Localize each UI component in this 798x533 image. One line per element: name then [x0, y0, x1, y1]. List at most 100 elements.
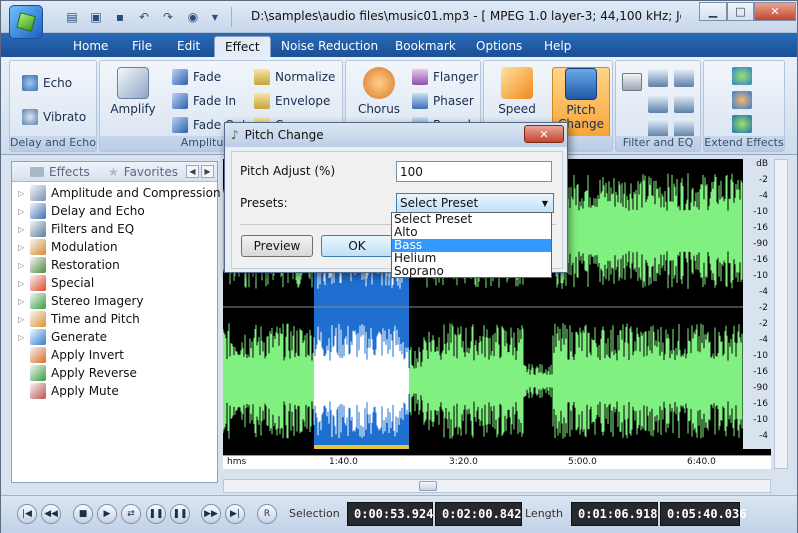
expand-icon[interactable]: ▷ — [18, 333, 26, 342]
amplify-button[interactable]: Amplify — [104, 67, 162, 131]
total-length-field[interactable]: 0:05:40.036 — [660, 502, 746, 526]
app-logo-icon[interactable] — [9, 5, 43, 39]
length-label: Length — [525, 507, 563, 520]
selection-start-field[interactable]: 0:00:53.924 — [347, 502, 433, 526]
new-icon[interactable]: ▤ — [63, 8, 81, 26]
scroll-thumb[interactable] — [419, 481, 437, 491]
extend-effect-2-icon[interactable] — [732, 91, 752, 109]
phaser-button[interactable]: Phaser — [412, 93, 474, 109]
expand-icon[interactable]: ▷ — [18, 207, 26, 216]
scroll-right-icon[interactable]: ▶ — [201, 165, 214, 178]
extend-effect-3-icon[interactable] — [732, 115, 752, 133]
tree-item[interactable]: ▷ Special — [18, 274, 94, 292]
group-title: Delay and Echo — [10, 136, 96, 151]
save-icon[interactable]: ▪ — [111, 8, 129, 26]
presets-dropdown[interactable]: Select Preset ▼ — [396, 193, 554, 213]
tree-item[interactable]: ▷ Stereo Imagery — [18, 292, 144, 310]
low-pass-icon[interactable] — [648, 119, 668, 137]
tree-item[interactable]: ▷ Delay and Echo — [18, 202, 145, 220]
length-field[interactable]: 0:01:06.918 — [571, 502, 658, 526]
db-label: -10 — [753, 351, 768, 361]
stop-button[interactable]: ■ — [73, 504, 93, 524]
dialog-close-button[interactable]: ✕ — [524, 125, 564, 143]
extend-effect-1-icon[interactable] — [732, 67, 752, 85]
flanger-button[interactable]: Flanger — [412, 69, 478, 85]
quick-access-dropdown-icon[interactable]: ▼ — [206, 8, 224, 26]
tree-item[interactable]: ▷ Filters and EQ — [18, 220, 134, 238]
tab-effects[interactable]: Effects — [30, 165, 90, 179]
db-label: -16 — [753, 399, 768, 409]
high-pass-icon[interactable] — [674, 119, 694, 137]
tree-item[interactable]: Apply Mute — [18, 382, 119, 400]
graphic-eq-icon[interactable] — [674, 69, 694, 87]
tree-item[interactable]: ▷ Amplitude and Compression — [18, 184, 221, 202]
tab-noise-reduction[interactable]: Noise Reduction — [271, 36, 388, 57]
eq-icon[interactable] — [648, 69, 668, 87]
fast-forward-button[interactable]: ▶▶ — [201, 504, 221, 524]
pause-button[interactable]: ❚❚ — [146, 504, 166, 524]
tree-item-label: Generate — [51, 330, 108, 344]
tree-item[interactable]: Apply Invert — [18, 346, 124, 364]
tree-item[interactable]: ▷ Time and Pitch — [18, 310, 140, 328]
tab-favorites[interactable]: ★ Favorites — [108, 165, 178, 179]
timeline-mark: 3:20.0 — [449, 457, 478, 467]
tree-item[interactable]: ▷ Restoration — [18, 256, 120, 274]
preview-button[interactable]: Preview — [241, 235, 313, 257]
scroll-left-icon[interactable]: ◀ — [186, 165, 199, 178]
echo-button[interactable]: Echo — [22, 75, 72, 91]
fade-in-button[interactable]: Fade In — [172, 93, 236, 109]
tree-item[interactable]: ▷ Generate — [18, 328, 107, 346]
fade-button[interactable]: Fade — [172, 69, 221, 85]
fade-out-icon — [172, 117, 188, 133]
pitch-adjust-input[interactable] — [396, 161, 552, 182]
ok-button[interactable]: OK — [321, 235, 393, 257]
expand-icon[interactable]: ▷ — [18, 261, 26, 270]
vertical-scrollbar[interactable] — [774, 159, 788, 469]
open-icon[interactable]: ▣ — [87, 8, 105, 26]
normalize-button[interactable]: Normalize — [254, 69, 335, 85]
selection-end-field[interactable]: 0:02:00.842 — [435, 502, 522, 526]
tab-effect[interactable]: Effect — [214, 36, 271, 57]
tab-file[interactable]: File — [122, 36, 162, 57]
loop-button[interactable]: ⇄ — [121, 504, 141, 524]
record-icon[interactable]: ◉ — [184, 8, 202, 26]
preset-option[interactable]: Soprano — [392, 265, 551, 278]
minimize-button[interactable]: ▁ — [699, 2, 727, 21]
close-button[interactable]: ✕ — [754, 2, 796, 21]
go-end-button[interactable]: ▶| — [225, 504, 245, 524]
tab-home[interactable]: Home — [63, 36, 118, 57]
tree-item-label: Amplitude and Compression — [51, 186, 221, 200]
expand-icon[interactable]: ▷ — [18, 279, 26, 288]
undo-icon[interactable]: ↶ — [135, 8, 153, 26]
expand-icon[interactable]: ▷ — [18, 315, 26, 324]
redo-icon[interactable]: ↷ — [159, 8, 177, 26]
expand-icon[interactable]: ▷ — [18, 297, 26, 306]
group-extend-effects: Extend Effects — [703, 60, 785, 152]
band-pass-icon[interactable] — [674, 95, 694, 113]
pause-alt-button[interactable]: ❚❚ — [170, 504, 190, 524]
tree-item[interactable]: Apply Reverse — [18, 364, 137, 382]
timeline-mark: 5:00.0 — [568, 457, 597, 467]
tab-bookmark[interactable]: Bookmark — [385, 36, 466, 57]
db-label: -16 — [753, 223, 768, 233]
maximize-button[interactable]: □ — [727, 2, 754, 21]
expand-icon[interactable]: ▷ — [18, 189, 26, 198]
chorus-icon — [363, 67, 395, 99]
record-button[interactable]: R — [257, 504, 277, 524]
transport-bar: |◀ ◀◀ ■ ▶ ⇄ ❚❚ ❚❚ ▶▶ ▶| R Selection 0:00… — [1, 495, 797, 533]
expand-icon[interactable]: ▷ — [18, 225, 26, 234]
vibrato-button[interactable]: Vibrato — [22, 109, 86, 125]
envelope-button[interactable]: Envelope — [254, 93, 330, 109]
parametric-eq-icon[interactable] — [648, 95, 668, 113]
expand-icon[interactable]: ▷ — [18, 243, 26, 252]
rewind-button[interactable]: ◀◀ — [41, 504, 61, 524]
play-button[interactable]: ▶ — [97, 504, 117, 524]
go-start-button[interactable]: |◀ — [17, 504, 37, 524]
horizontal-scrollbar[interactable] — [223, 479, 771, 493]
tab-options[interactable]: Options — [466, 36, 532, 57]
filter-icon[interactable] — [622, 73, 642, 91]
tree-item-label: Apply Mute — [51, 384, 119, 398]
tab-help[interactable]: Help — [534, 36, 581, 57]
tab-edit[interactable]: Edit — [167, 36, 210, 57]
tree-item[interactable]: ▷ Modulation — [18, 238, 118, 256]
